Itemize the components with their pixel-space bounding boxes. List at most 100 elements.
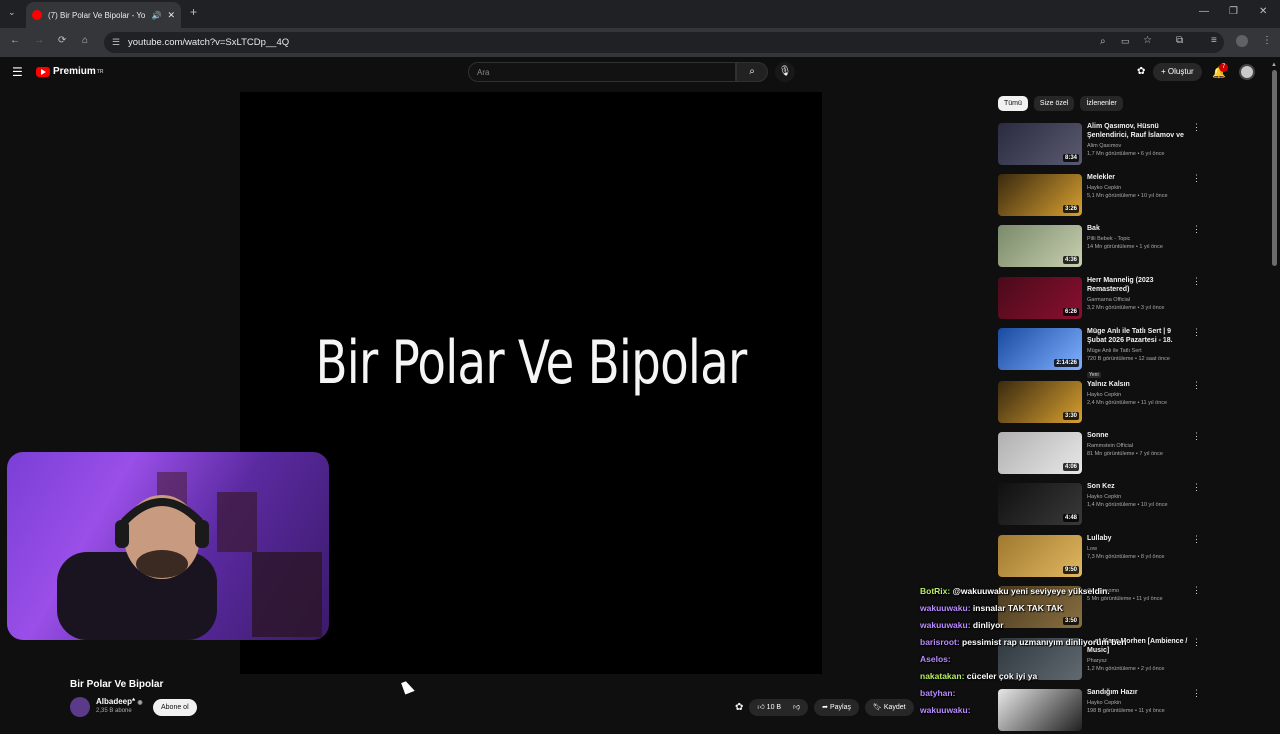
video-thumbnail[interactable]: 3:26 (998, 174, 1082, 216)
browser-tab-strip: ⌄ (7) Bir Polar Ve Bipolar - Yo 🔊 ✕ + — … (0, 0, 1280, 28)
subscribe-button[interactable]: Abone ol (153, 699, 197, 716)
extension-icon[interactable]: ✿ (735, 699, 743, 716)
minimize-icon[interactable]: — (1199, 6, 1209, 17)
video-title-text[interactable]: Herr Mannelig (2023 Remastered) (1087, 276, 1191, 294)
new-tab-icon[interactable]: + (190, 5, 197, 19)
more-options-icon[interactable]: ⋮ (1192, 276, 1201, 287)
scroll-up-icon[interactable]: ▲ (1271, 62, 1277, 68)
more-options-icon[interactable]: ⋮ (1192, 637, 1201, 648)
more-options-icon[interactable]: ⋮ (1192, 122, 1201, 133)
maximize-icon[interactable]: ❐ (1229, 6, 1238, 17)
chat-username: wakuuwaku: (920, 705, 971, 715)
more-options-icon[interactable]: ⋮ (1192, 534, 1201, 545)
video-title-text[interactable]: Melekler (1087, 173, 1191, 182)
close-window-icon[interactable]: ✕ (1259, 6, 1267, 17)
profile-icon[interactable] (1236, 35, 1248, 47)
reload-icon[interactable]: ⟳ (58, 35, 66, 46)
extensions-icon[interactable]: ⧉ (1176, 35, 1183, 46)
back-icon[interactable]: ← (10, 35, 20, 46)
home-icon[interactable]: ⌂ (82, 35, 88, 46)
recommendation-item[interactable]: 4:36 Bak Pilli Bebek - Topic 14 Mn görüntül… (998, 222, 1203, 270)
recommendation-item[interactable]: 3:30 Yalnız Kalsın Hayko Cepkin 2,4 Mn görü… (998, 378, 1203, 426)
recommendation-item[interactable]: 4:06 Sonne Rammstein Official 81 Mn görüntü… (998, 429, 1203, 477)
video-title-text[interactable]: Bak (1087, 224, 1191, 233)
voice-search-button[interactable]: 🎙 (775, 62, 795, 82)
youtube-logo[interactable]: Premium TR (36, 66, 103, 77)
view-stats-text: 720 B görüntüleme • 12 saat önce (1087, 356, 1170, 362)
video-thumbnail[interactable]: 6:26 (998, 277, 1082, 319)
recommendation-item[interactable]: 2:14:26 Müge Anlı ile Tatlı Sert | 9 Şuba… (998, 325, 1203, 378)
tab-title: (7) Bir Polar Ve Bipolar - Yo (48, 10, 146, 20)
more-options-icon[interactable]: ⋮ (1192, 173, 1201, 184)
dislike-button[interactable]: 👎︎ (793, 704, 800, 711)
channel-name[interactable]: Albadeep* ◉ (96, 697, 143, 706)
duration-badge: 3:30 (1062, 412, 1079, 420)
video-title-text[interactable]: Alim Qasımov, Hüsnü Şenlendirici, Rauf İ… (1087, 122, 1191, 140)
video-title-text[interactable]: Yalnız Kalsın (1087, 380, 1191, 389)
streamer-extension-icon[interactable]: ✿ (1137, 66, 1145, 77)
share-button[interactable]: ➦ Paylaş (814, 699, 859, 716)
video-thumbnail[interactable]: 4:36 (998, 225, 1082, 267)
video-title: Bir Polar Ve Bipolar (70, 679, 164, 690)
video-actions: ✿ 👍︎ 10 B 👎︎ ➦ Paylaş 🔖︎ Kaydet (735, 699, 914, 716)
more-options-icon[interactable]: ⋮ (1192, 380, 1201, 391)
site-info-icon[interactable]: ☰ (112, 37, 120, 48)
browser-menu-icon[interactable]: ⋮ (1262, 35, 1272, 46)
speaker-icon[interactable]: 🔊 (151, 11, 161, 20)
recommendation-item[interactable]: 8:34 Alim Qasımov, Hüsnü Şenlendirici, Ra… (998, 120, 1203, 168)
forward-icon[interactable]: → (34, 35, 44, 46)
recommendation-item[interactable]: 3:26 Melekler Hayko Cepkin 5,1 Mn görüntüle… (998, 171, 1203, 219)
create-button[interactable]: + Oluştur (1153, 63, 1202, 81)
like-button[interactable]: 👍︎ 10 B (757, 704, 781, 711)
recommendation-item[interactable]: 6:26 Herr Mannelig (2023 Remastered) Garma… (998, 274, 1203, 322)
cast-icon[interactable]: ▭ (1121, 36, 1130, 47)
tab-close-icon[interactable]: ✕ (167, 10, 175, 21)
more-options-icon[interactable]: ⋮ (1192, 327, 1201, 338)
more-options-icon[interactable]: ⋮ (1192, 431, 1201, 442)
reading-list-icon[interactable]: ≡ (1211, 35, 1217, 46)
video-thumbnail[interactable]: 9:50 (998, 535, 1082, 577)
more-options-icon[interactable]: ⋮ (1192, 224, 1201, 235)
duration-badge: 8:34 (1062, 154, 1079, 162)
video-thumbnail[interactable]: 3:30 (998, 381, 1082, 423)
recommendation-item[interactable]: 4:48 Son Kez Hayko Cepkin 1,4 Mn görüntülem… (998, 480, 1203, 528)
duration-badge: 9:50 (1062, 566, 1079, 574)
zoom-icon[interactable]: ⌕ (1100, 36, 1106, 47)
filter-chip[interactable]: İzlenenler (1080, 96, 1123, 111)
channel-avatar[interactable] (70, 697, 90, 717)
bookmark-star-icon[interactable]: ☆ (1143, 35, 1152, 46)
more-options-icon[interactable]: ⋮ (1192, 482, 1201, 493)
chat-text: pessimist rap uzmanıyım dinliyorum ben (962, 637, 1127, 647)
video-title-text[interactable]: Son Kez (1087, 482, 1191, 491)
video-meta: Lullaby Low 7,3 Mn görüntüleme • 8 yıl önc… (1087, 534, 1191, 561)
recommendation-item[interactable]: 9:50 Lullaby Low 7,3 Mn görüntüleme • 8 yıl… (998, 532, 1203, 580)
video-thumbnail[interactable]: 8:34 (998, 123, 1082, 165)
scroll-thumb[interactable] (1272, 70, 1277, 266)
save-button[interactable]: 🔖︎ Kaydet (864, 699, 914, 716)
thumbs-up-icon: 👍︎ (757, 704, 765, 711)
video-thumbnail[interactable]: 4:48 (998, 483, 1082, 525)
address-bar[interactable]: ☰ youtube.com/watch?v=SxLTCDp__4Q ⌕ ▭ ☆ (104, 32, 1224, 53)
video-meta: Alim Qasımov, Hüsnü Şenlendirici, Rauf İ… (1087, 122, 1191, 158)
search-button[interactable]: ⌕ (736, 62, 768, 82)
search-input[interactable]: Ara (468, 62, 736, 82)
browser-tab-active[interactable]: (7) Bir Polar Ve Bipolar - Yo 🔊 ✕ (26, 2, 181, 28)
view-stats-text: 14 Mn görüntüleme • 1 yıl önce (1087, 244, 1163, 250)
video-title-text[interactable]: Sonne (1087, 431, 1191, 440)
more-options-icon[interactable]: ⋮ (1192, 585, 1201, 596)
notification-count-badge: 7 (1219, 63, 1229, 72)
account-avatar[interactable] (1239, 64, 1255, 80)
hamburger-menu-icon[interactable]: ☰ (12, 65, 23, 79)
tab-list-icon[interactable]: ⌄ (8, 7, 16, 18)
video-thumbnail[interactable]: 4:06 (998, 432, 1082, 474)
chat-text: @wakuuwaku yeni seviyeye yükseldin. (952, 586, 1110, 596)
video-title-text[interactable]: Müge Anlı ile Tatlı Sert | 9 Şubat 2026 … (1087, 327, 1191, 345)
video-thumbnail[interactable]: 2:14:26 (998, 328, 1082, 370)
filter-chip[interactable]: Size özel (1033, 96, 1075, 111)
page-scrollbar[interactable]: ▲ (1271, 62, 1278, 720)
url-text: youtube.com/watch?v=SxLTCDp__4Q (128, 37, 290, 48)
more-options-icon[interactable]: ⋮ (1192, 688, 1201, 699)
video-title-text[interactable]: Lullaby (1087, 534, 1191, 543)
filter-chip[interactable]: Tümü (998, 96, 1028, 111)
logo-text: Premium (53, 66, 96, 77)
